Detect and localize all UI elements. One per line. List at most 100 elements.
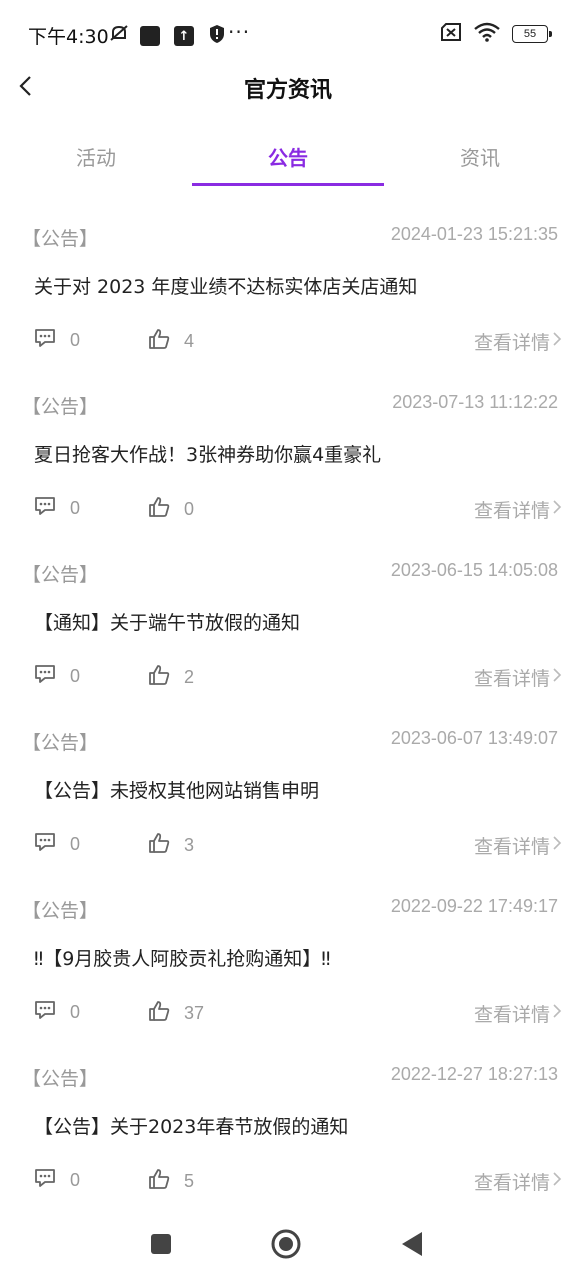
like-count: 0: [184, 498, 195, 519]
view-details-link[interactable]: 查看详情: [474, 664, 562, 691]
item-timestamp: 2024-01-23 15:21:35: [390, 224, 558, 244]
item-category-tag: 【公告】: [22, 900, 99, 922]
system-nav-bar: [0, 1208, 576, 1280]
tab-activities[interactable]: 活动: [0, 128, 192, 188]
item-title: 【公告】未授权其他网站销售申明: [34, 780, 320, 802]
list-item[interactable]: 【公告】 2023-06-07 13:49:07 【公告】未授权其他网站销售申明…: [0, 700, 576, 868]
comment-button[interactable]: 0: [34, 496, 80, 520]
item-category-tag: 【公告】: [22, 396, 99, 418]
item-footer: 0 0 查看详情: [0, 496, 576, 526]
view-details-label: 查看详情: [473, 1172, 550, 1194]
tab-bar: 活动 公告 资讯: [0, 128, 576, 188]
view-details-link[interactable]: 查看详情: [474, 328, 562, 355]
home-button[interactable]: [270, 1228, 302, 1264]
comment-button[interactable]: 0: [34, 832, 80, 856]
comment-icon: [34, 664, 56, 688]
comment-icon: [34, 1168, 56, 1192]
back-nav-button[interactable]: [396, 1230, 428, 1262]
tab-announcements[interactable]: 公告: [192, 128, 384, 188]
thumbs-up-icon: [148, 664, 170, 690]
active-tab-indicator: [192, 183, 384, 186]
upload-icon: ↑: [174, 26, 194, 46]
like-button[interactable]: 0: [148, 496, 194, 522]
comment-count: 0: [70, 1001, 81, 1022]
view-details-label: 查看详情: [473, 1004, 550, 1026]
like-count: 5: [184, 1170, 195, 1191]
view-details-link[interactable]: 查看详情: [474, 1000, 562, 1027]
triangle-back-icon: [400, 1231, 424, 1261]
view-details-label: 查看详情: [473, 668, 550, 690]
like-button[interactable]: 4: [148, 328, 194, 354]
chevron-right-icon: [552, 330, 562, 353]
tab-label: 资讯: [460, 146, 500, 170]
comment-count: 0: [70, 833, 81, 854]
item-timestamp: 2022-12-27 18:27:13: [390, 1064, 558, 1084]
item-footer: 0 5 查看详情: [0, 1168, 576, 1198]
comment-count: 0: [70, 497, 81, 518]
mute-icon: [108, 22, 130, 48]
chevron-right-icon: [552, 1170, 562, 1193]
list-item[interactable]: 【公告】 2023-06-15 14:05:08 【通知】关于端午节放假的通知 …: [0, 532, 576, 700]
like-count: 3: [184, 834, 195, 855]
comment-button[interactable]: 0: [34, 1000, 80, 1024]
shield-icon: [208, 24, 226, 48]
list-item[interactable]: 【公告】 2022-12-27 18:27:13 【公告】关于2023年春节放假…: [0, 1036, 576, 1204]
comment-icon: [34, 832, 56, 856]
chevron-right-icon: [552, 834, 562, 857]
like-button[interactable]: 3: [148, 832, 194, 858]
tab-news[interactable]: 资讯: [384, 128, 576, 188]
comment-icon: [34, 496, 56, 520]
comment-count: 0: [70, 1169, 81, 1190]
item-category-tag: 【公告】: [22, 1068, 99, 1090]
comment-button[interactable]: 0: [34, 328, 80, 352]
tab-label: 活动: [76, 146, 116, 170]
comment-count: 0: [70, 665, 81, 686]
comment-button[interactable]: 0: [34, 664, 80, 688]
thumbs-up-icon: [148, 1168, 170, 1194]
like-count: 2: [184, 666, 195, 687]
tab-label: 公告: [268, 146, 308, 170]
view-details-label: 查看详情: [473, 500, 550, 522]
like-count: 37: [184, 1002, 205, 1023]
home-circle-icon: [270, 1228, 302, 1264]
battery-icon: 55: [512, 25, 552, 43]
view-details-link[interactable]: 查看详情: [474, 1168, 562, 1195]
thumbs-up-icon: [148, 328, 170, 354]
item-category-tag: 【公告】: [22, 732, 99, 754]
item-title: ‼【9月胶贵人阿胶贡礼抢购通知】‼: [34, 948, 331, 970]
status-notification-icons: ↑: [110, 24, 226, 48]
app-notification-icon: [140, 26, 160, 46]
view-details-link[interactable]: 查看详情: [474, 496, 562, 523]
wifi-icon: [474, 22, 500, 46]
view-details-link[interactable]: 查看详情: [474, 832, 562, 859]
like-button[interactable]: 37: [148, 1000, 204, 1026]
list-item[interactable]: 【公告】 2022-09-22 17:49:17 ‼【9月胶贵人阿胶贡礼抢购通知…: [0, 868, 576, 1036]
page-title: 官方资讯: [243, 78, 332, 103]
item-footer: 0 2 查看详情: [0, 664, 576, 694]
status-system-icons: 55: [440, 22, 552, 46]
view-details-label: 查看详情: [473, 332, 550, 354]
item-footer: 0 37 查看详情: [0, 1000, 576, 1030]
list-item[interactable]: 【公告】 2023-07-13 11:12:22 夏日抢客大作战！3张神券助你赢…: [0, 364, 576, 532]
chevron-right-icon: [552, 666, 562, 689]
item-title: 关于对 2023 年度业绩不达标实体店关店通知: [34, 276, 418, 298]
comment-count: 0: [70, 329, 81, 350]
list-item[interactable]: 【公告】 2024-01-23 15:21:35 关于对 2023 年度业绩不达…: [0, 196, 576, 364]
item-footer: 0 3 查看详情: [0, 832, 576, 862]
app-header: 官方资讯: [0, 60, 576, 118]
item-footer: 0 4 查看详情: [0, 328, 576, 358]
like-button[interactable]: 2: [148, 664, 194, 690]
item-category-tag: 【公告】: [22, 228, 99, 250]
thumbs-up-icon: [148, 832, 170, 858]
comment-icon: [34, 328, 56, 352]
like-count: 4: [184, 330, 195, 351]
item-timestamp: 2023-06-07 13:49:07: [390, 728, 558, 748]
like-button[interactable]: 5: [148, 1168, 194, 1194]
chevron-right-icon: [552, 498, 562, 521]
recents-button[interactable]: [145, 1230, 177, 1262]
square-icon: [150, 1233, 172, 1259]
view-details-label: 查看详情: [473, 836, 550, 858]
item-category-tag: 【公告】: [22, 564, 99, 586]
comment-button[interactable]: 0: [34, 1168, 80, 1192]
comment-icon: [34, 1000, 56, 1024]
